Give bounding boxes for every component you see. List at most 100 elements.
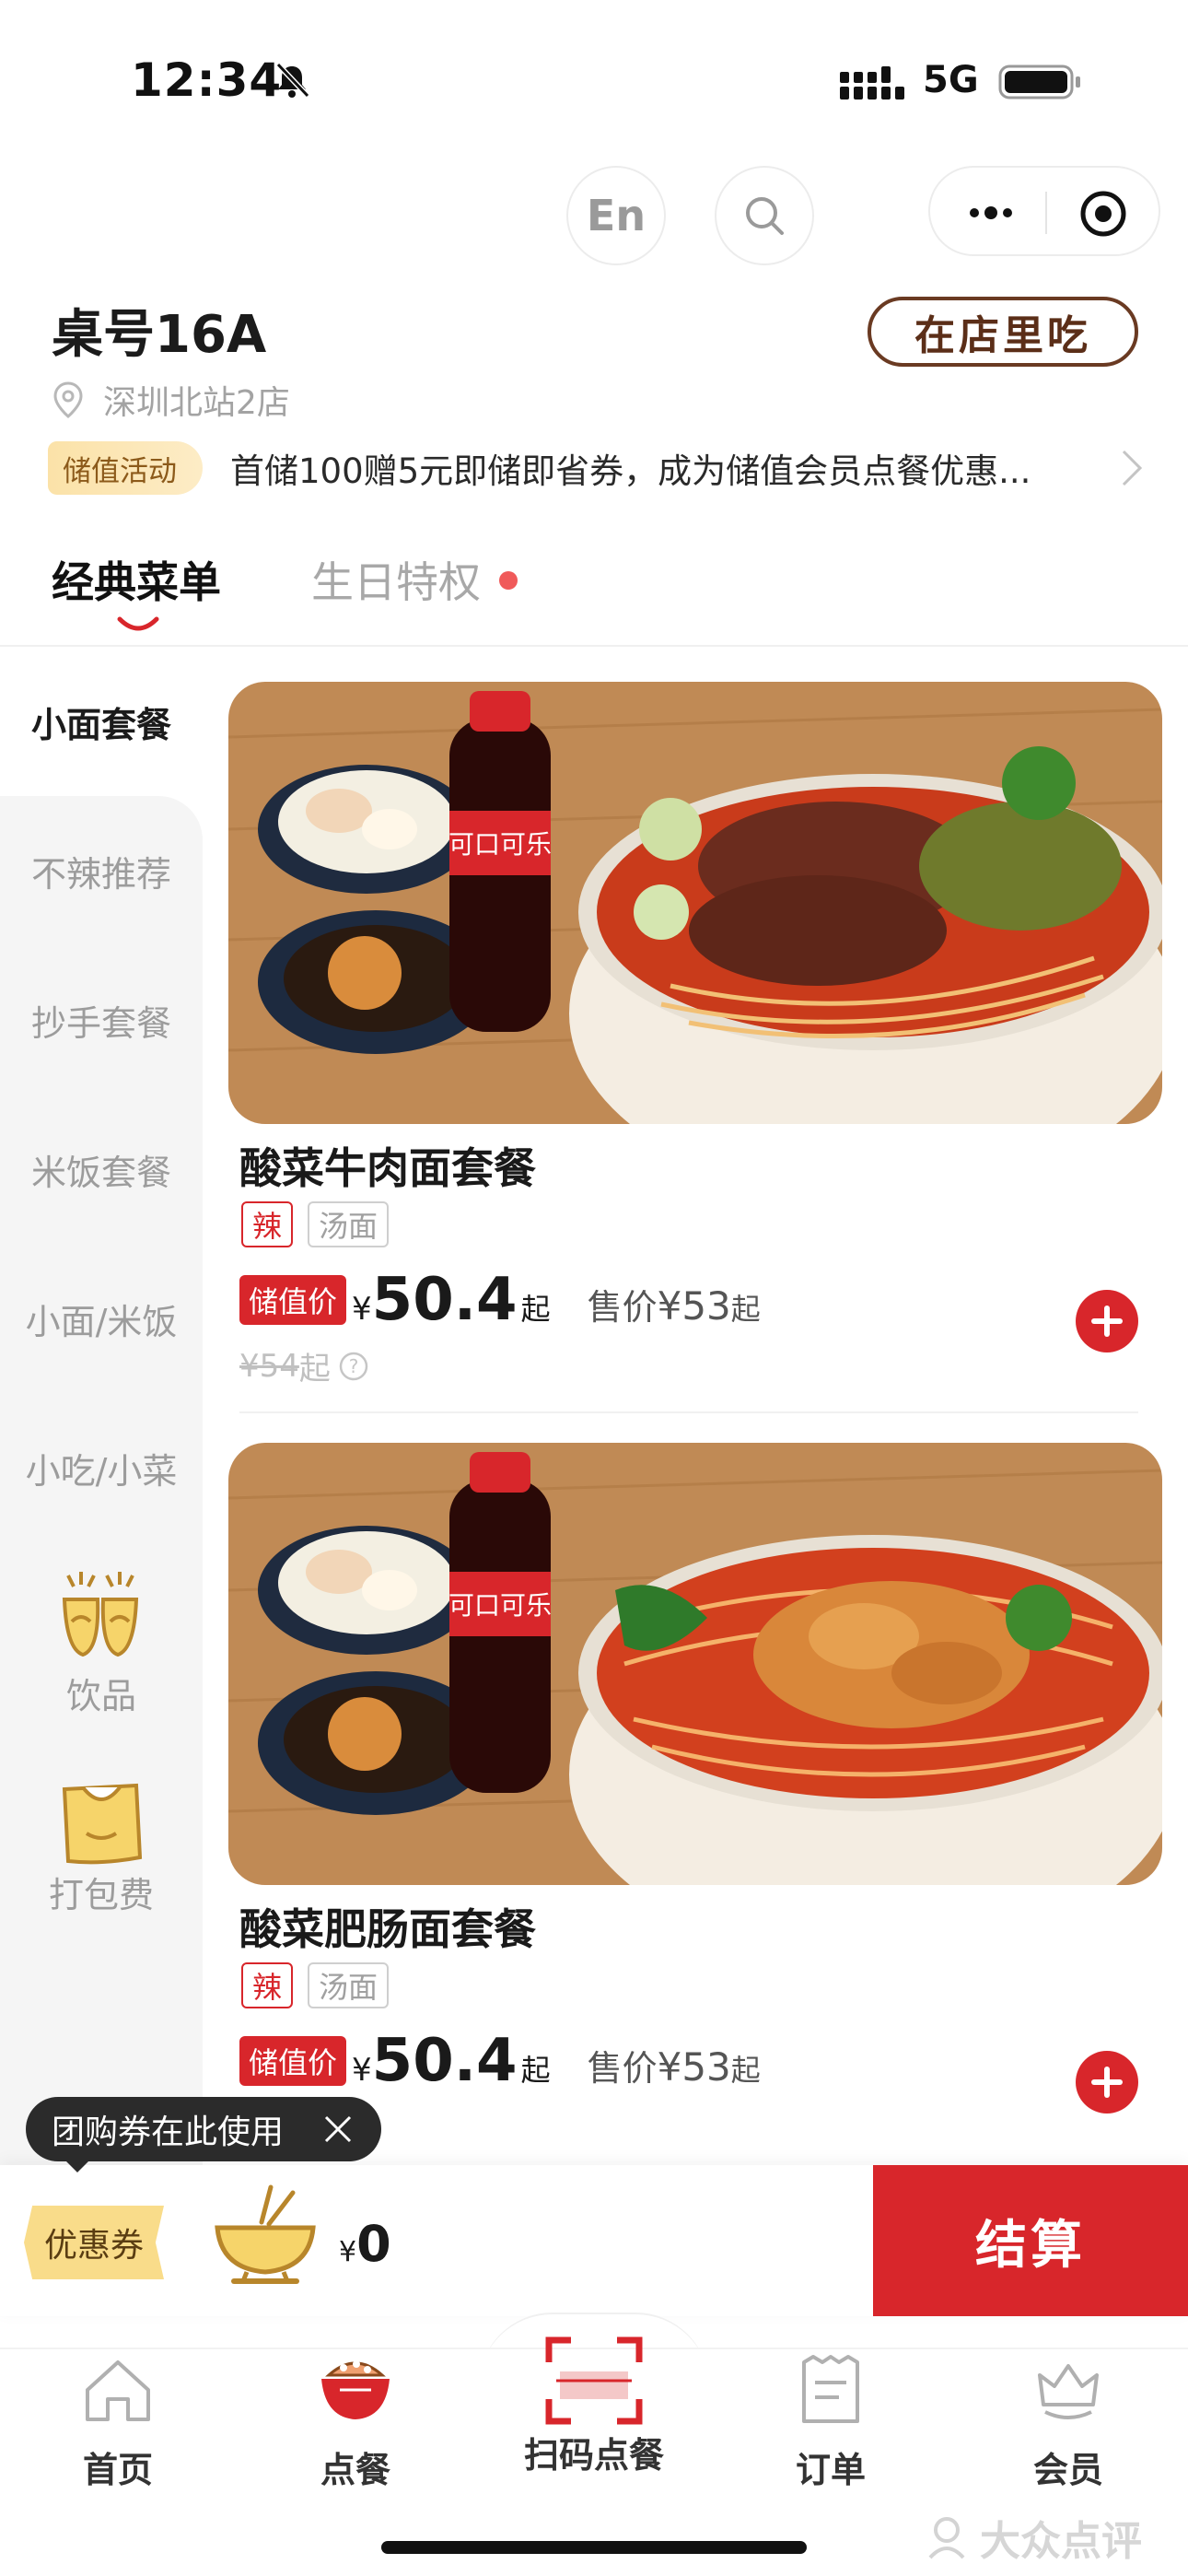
search-button[interactable] [715, 166, 814, 265]
nav-item-scan[interactable]: 扫码点餐 [502, 2336, 686, 2477]
dine-mode-badge[interactable]: 在店里吃 [868, 297, 1138, 367]
notification-dot [499, 571, 518, 590]
category-item-wonton-set[interactable]: 抄手套餐 [0, 995, 203, 1046]
original-price: ¥54 起 ? [239, 1343, 369, 1388]
more-options-icon[interactable] [963, 195, 1019, 230]
category-item-not-spicy[interactable]: 不辣推荐 [0, 846, 203, 896]
original-price-value: ¥54 [239, 1347, 299, 1385]
product-image-intestine-noodle[interactable]: 可口可乐 [228, 1443, 1162, 1885]
price-suffix: 起 [298, 1351, 331, 1388]
cart-currency: ¥ [339, 2236, 357, 2268]
category-item-noodle-set[interactable]: 小面套餐 [0, 697, 203, 747]
receipt-icon [802, 2355, 859, 2423]
coupon-button[interactable]: 优惠券 [24, 2206, 164, 2279]
takeout-bag-icon[interactable] [46, 1769, 155, 1870]
tag-soup-noodle: 汤面 [308, 1201, 390, 1247]
price-suffix: 起 [730, 1292, 761, 1327]
miniapp-capsule [928, 166, 1160, 256]
sale-price: ¥53 [657, 2044, 731, 2090]
sale-price-label: 售价 [587, 1287, 658, 1328]
price-suffix: 起 [520, 2053, 551, 2088]
member-price-label: 储值价 [239, 1275, 347, 1325]
category-item-noodle-rice[interactable]: 小面/米饭 [0, 1294, 203, 1344]
member-price-label: 储值价 [239, 2036, 347, 2086]
tag-spicy: 辣 [241, 1201, 294, 1247]
scan-icon [545, 2336, 643, 2425]
language-button[interactable]: En [566, 166, 666, 265]
signal-icon [840, 66, 904, 100]
product-name[interactable]: 酸菜牛肉面套餐 [239, 1135, 536, 1196]
promo-banner[interactable]: 储值活动 首储100赠5元即储即省券，成为储值会员点餐优惠... [48, 440, 1144, 496]
svg-text:?: ? [349, 1355, 359, 1377]
promo-tag: 储值活动 [48, 441, 203, 495]
checkout-button[interactable]: 结算 [873, 2165, 1188, 2316]
currency-symbol: ¥ [352, 2052, 372, 2089]
bell-muted-icon [275, 62, 310, 99]
plus-icon [1091, 1306, 1123, 1337]
category-item-drinks[interactable]: 饮品 [0, 1668, 203, 1718]
tag-soup-noodle: 汤面 [308, 1962, 390, 2008]
nav-label: 点餐 [320, 2450, 390, 2490]
table-number: 桌号16A [52, 305, 267, 365]
nav-label: 首页 [82, 2450, 153, 2490]
watermark-text: 大众点评 [980, 2518, 1142, 2565]
tab-birthday-privilege[interactable]: 生日特权 [311, 549, 481, 610]
nav-item-member[interactable]: 会员 [976, 2353, 1160, 2492]
location-pin-icon [53, 381, 83, 418]
coupon-tooltip-text: 团购券在此使用 [52, 2113, 285, 2151]
cart-amount: 0 [356, 2215, 391, 2273]
nav-label: 会员 [1032, 2450, 1103, 2490]
drink-cups-icon[interactable] [46, 1566, 155, 1668]
home-icon [86, 2360, 150, 2421]
chevron-right-icon [1122, 450, 1143, 486]
plus-icon [1091, 2067, 1123, 2098]
store-name: 深圳北站2店 [103, 384, 290, 422]
search-icon [746, 197, 784, 235]
product-name[interactable]: 酸菜肥肠面套餐 [239, 1896, 536, 1957]
product-image-beef-noodle[interactable]: 可口可乐 [228, 682, 1162, 1124]
question-icon[interactable]: ? [338, 1351, 369, 1382]
currency-symbol: ¥ [352, 1291, 372, 1328]
svg-text:可口可乐: 可口可乐 [448, 1590, 552, 1621]
close-icon[interactable] [322, 2113, 354, 2145]
price-suffix: 起 [730, 2053, 761, 2088]
network-label: 5G [923, 59, 979, 101]
category-item-snacks[interactable]: 小吃/小菜 [0, 1443, 203, 1493]
member-price: 50.4 [371, 1266, 518, 1334]
tab-active-indicator [117, 616, 159, 631]
nav-label: 扫码点餐 [523, 2435, 664, 2476]
category-item-packing-fee[interactable]: 打包费 [0, 1867, 203, 1917]
coupon-tooltip-arrow [64, 2160, 90, 2172]
svg-text:可口可乐: 可口可乐 [448, 829, 552, 860]
dianping-logo-icon [928, 2517, 965, 2559]
nav-label: 订单 [795, 2450, 866, 2490]
coupon-tooltip: 团购券在此使用 [26, 2097, 381, 2161]
cart-bowl-icon[interactable] [210, 2180, 320, 2294]
watermark: 大众点评 [921, 2508, 1142, 2567]
tab-classic-menu[interactable]: 经典菜单 [52, 549, 221, 610]
capsule-divider [1045, 192, 1047, 234]
price-suffix: 起 [520, 1292, 551, 1327]
store-location[interactable]: 深圳北站2店 [52, 376, 290, 424]
member-price: 50.4 [371, 2027, 518, 2095]
battery-icon [998, 64, 1080, 100]
add-to-cart-button[interactable] [1076, 2051, 1138, 2113]
member-crown-icon [1038, 2364, 1099, 2419]
home-indicator [381, 2541, 807, 2554]
nav-item-order[interactable]: 点餐 [263, 2353, 448, 2492]
sale-price: ¥53 [657, 1283, 731, 1329]
order-bowl-icon [321, 2360, 390, 2419]
nav-item-orders[interactable]: 订单 [739, 2353, 923, 2492]
add-to-cart-button[interactable] [1076, 1290, 1138, 1352]
nav-item-home[interactable]: 首页 [26, 2353, 210, 2492]
promo-text: 首储100赠5元即储即省券，成为储值会员点餐优惠... [230, 451, 1031, 491]
close-miniapp-icon[interactable] [1077, 188, 1129, 240]
tag-spicy: 辣 [241, 1962, 294, 2008]
status-bar: 12:34 5G [0, 0, 1188, 157]
card-divider [239, 1411, 1138, 1413]
price-row: 储值价 ¥ 50.4 起 售价 ¥53 起 [239, 2027, 761, 2095]
price-row: 储值价 ¥ 50.4 起 售价 ¥53 起 [239, 1266, 761, 1334]
status-time: 12:34 [131, 53, 283, 107]
cart-total: ¥ 0 [339, 2215, 391, 2273]
category-item-rice-set[interactable]: 米饭套餐 [0, 1144, 203, 1195]
